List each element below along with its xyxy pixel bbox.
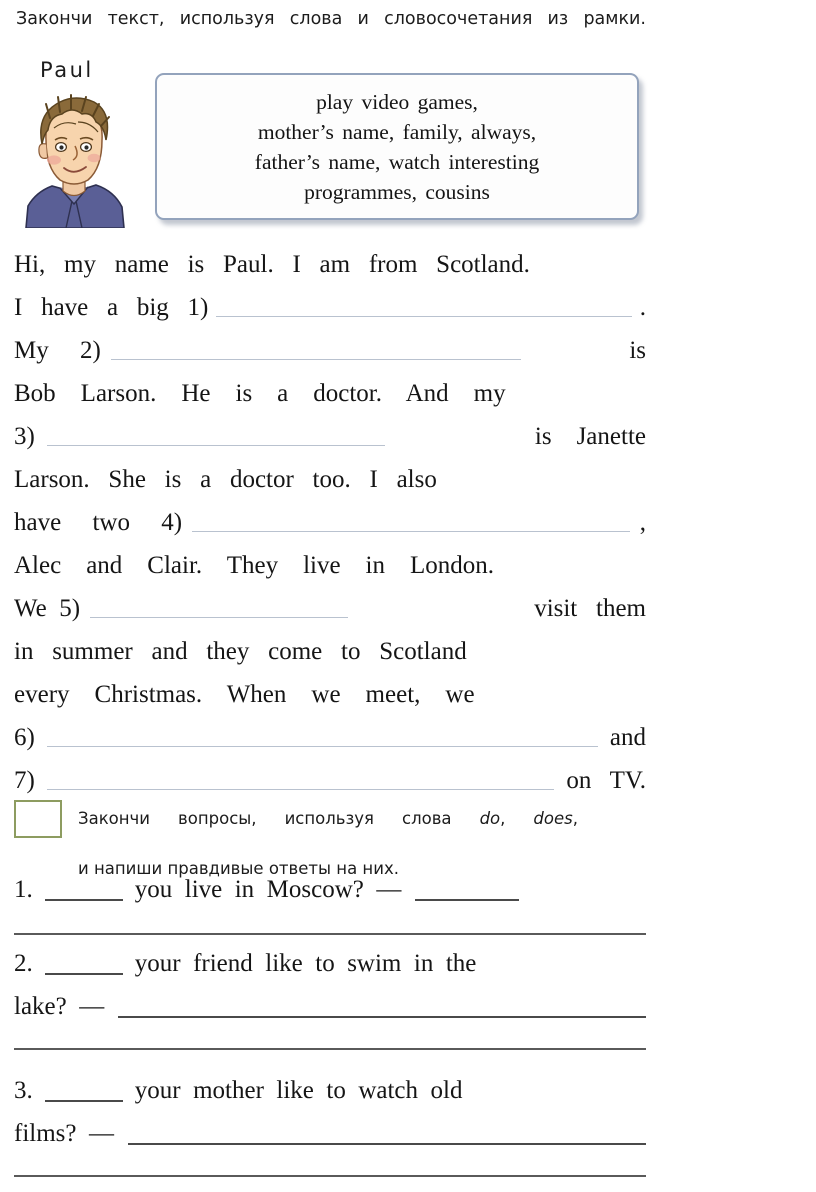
- question-3-answer-rule[interactable]: [14, 1175, 646, 1177]
- exercise-number-box[interactable]: [14, 800, 62, 838]
- passage-text: 3): [14, 423, 35, 450]
- question-3-line: 3. your mother like to watch old: [14, 1069, 646, 1112]
- passage-text: Larson. She is a doctor too. I also: [14, 466, 437, 493]
- task1-instruction-text: Закончи текст, используя слова и словосо…: [16, 9, 646, 29]
- question-2-continuation-line: lake? —: [14, 985, 646, 1028]
- passage-line-5: 3) is Janette: [14, 415, 646, 458]
- word-bank-line: mother’s name, family, always,: [257, 119, 537, 144]
- fill-blank-4[interactable]: [192, 531, 630, 532]
- fill-blank-3[interactable]: [46, 445, 385, 446]
- character-name-label: Paul: [40, 58, 94, 82]
- word-bank-list: play video games, mother’s name, family,…: [174, 87, 620, 207]
- question-continuation-text: films? —: [14, 1120, 114, 1147]
- question-continuation-text: lake? —: [14, 993, 105, 1020]
- passage-line-6: Larson. She is a doctor too. I also: [14, 458, 646, 501]
- fill-blank-7[interactable]: [46, 789, 555, 790]
- task1-passage: Hi, my name is Paul. I am from Scotland.…: [14, 243, 646, 802]
- passage-line-2: I have a big 1) .: [14, 286, 646, 329]
- question-number: 1.: [14, 876, 33, 903]
- fill-blank-5[interactable]: [90, 617, 349, 618]
- passage-line-10: in summer and they come to Scotland: [14, 630, 646, 673]
- question-number: 3.: [14, 1077, 33, 1104]
- instruction-text-post: ,: [572, 809, 578, 828]
- instruction-text-mid: ,: [500, 809, 534, 828]
- task1-instruction: Закончи текст, используя слова и словосо…: [16, 6, 646, 60]
- question-text: you live in Moscow? —: [134, 876, 402, 903]
- question-2-line: 2. your friend like to swim in the: [14, 942, 646, 985]
- passage-text: 6): [14, 724, 35, 751]
- question-text: your friend like to swim in the: [134, 950, 477, 977]
- fill-blank-2[interactable]: [110, 359, 521, 360]
- task2-instruction-line1: Закончи вопросы, используя слова do, doe…: [78, 806, 578, 856]
- keyword-does: does: [533, 809, 573, 828]
- passage-text: Bob Larson. He is a doctor. And my: [14, 380, 506, 407]
- question-1-verb-blank[interactable]: [44, 898, 123, 901]
- passage-text: in summer and they come to Scotland: [14, 638, 467, 665]
- passage-text: every Christmas. When we meet, we: [14, 681, 475, 708]
- question-2-verb-blank[interactable]: [44, 972, 123, 975]
- question-1-answer-blank[interactable]: [415, 898, 520, 901]
- question-1-answer-rule[interactable]: [14, 933, 646, 935]
- passage-line-4: Bob Larson. He is a doctor. And my: [14, 372, 646, 415]
- question-number: 2.: [14, 950, 33, 977]
- boy-portrait-icon: [16, 88, 132, 228]
- passage-text: have two 4): [14, 509, 183, 536]
- keyword-do: do: [479, 809, 501, 828]
- passage-text: My 2): [14, 337, 101, 364]
- passage-text: is: [629, 337, 646, 364]
- passage-line-3: My 2) is: [14, 329, 646, 372]
- passage-text: on TV.: [566, 767, 646, 794]
- question-2-answer-rule[interactable]: [14, 1048, 646, 1050]
- passage-line-11: every Christmas. When we meet, we: [14, 673, 646, 716]
- passage-text: Alec and Clair. They live in London.: [14, 552, 495, 579]
- passage-text: We 5): [14, 595, 81, 622]
- word-bank-line: programmes, cousins: [304, 179, 490, 204]
- fill-blank-1[interactable]: [216, 316, 632, 317]
- question-3-answer-blank[interactable]: [128, 1142, 646, 1145]
- question-text: your mother like to watch old: [134, 1077, 463, 1104]
- passage-text: .: [639, 294, 646, 321]
- passage-text: visit them: [534, 595, 646, 622]
- word-bank-line: father’s name, watch interesting: [254, 149, 540, 174]
- passage-text: 7): [14, 767, 35, 794]
- question-3-continuation-line: films? —: [14, 1112, 646, 1155]
- passage-line-8: Alec and Clair. They live in London.: [14, 544, 646, 587]
- fill-blank-6[interactable]: [46, 746, 598, 747]
- worksheet-page: Закончи текст, используя слова и словосо…: [0, 0, 816, 1192]
- passage-text: Hi, my name is Paul. I am from Scotland.: [14, 251, 530, 278]
- passage-line-13: 7) on TV.: [14, 759, 646, 802]
- question-3-verb-blank[interactable]: [44, 1099, 123, 1102]
- passage-text: and: [609, 724, 646, 751]
- question-1: 1. you live in Moscow? —: [14, 868, 646, 935]
- word-bank-line: play video games,: [316, 89, 478, 114]
- passage-text: is Janette: [534, 423, 646, 450]
- passage-text: I have a big 1): [14, 294, 209, 321]
- passage-line-12: 6) and: [14, 716, 646, 759]
- instruction-text-pre: Закончи вопросы, используя слова: [78, 809, 480, 828]
- question-2: 2. your friend like to swim in the lake?…: [14, 942, 646, 1050]
- passage-line-9: We 5) visit them: [14, 587, 646, 630]
- passage-line-7: have two 4) ,: [14, 501, 646, 544]
- question-2-answer-blank[interactable]: [118, 1015, 646, 1018]
- word-bank-box: play video games, mother’s name, family,…: [155, 73, 639, 220]
- question-3: 3. your mother like to watch old films? …: [14, 1069, 646, 1177]
- passage-line-1: Hi, my name is Paul. I am from Scotland.: [14, 243, 646, 286]
- question-1-line: 1. you live in Moscow? —: [14, 868, 646, 911]
- passage-text: ,: [639, 509, 646, 536]
